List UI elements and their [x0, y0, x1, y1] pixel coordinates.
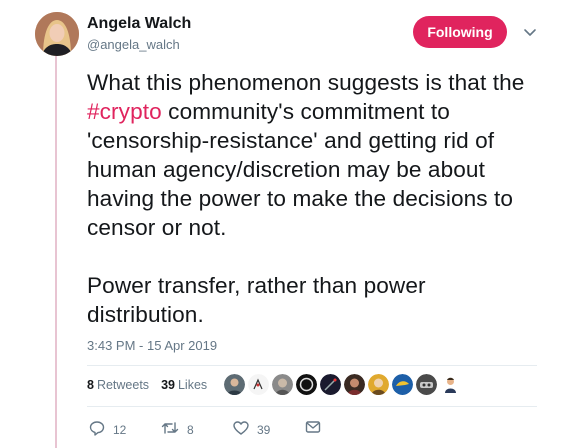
- liker-avatar[interactable]: [368, 374, 389, 395]
- tweet-text: What this phenomenon suggests is that th…: [87, 68, 547, 329]
- thread-line: [55, 48, 57, 448]
- liker-avatar[interactable]: [272, 374, 293, 395]
- author-name[interactable]: Angela Walch: [87, 15, 191, 33]
- retweet-icon: [161, 422, 179, 434]
- liker-avatar[interactable]: [224, 374, 245, 395]
- liker-avatar[interactable]: [344, 374, 365, 395]
- likes-stat[interactable]: 39 Likes: [161, 378, 207, 392]
- likes-count: 39: [161, 378, 175, 392]
- retweet-button[interactable]: 8: [161, 419, 194, 437]
- retweets-count: 8: [87, 378, 94, 392]
- like-button[interactable]: 39: [233, 419, 270, 437]
- liker-avatar[interactable]: [440, 374, 461, 395]
- tweet-timestamp[interactable]: 3:43 PM - 15 Apr 2019: [87, 338, 217, 353]
- direct-message-button[interactable]: [305, 419, 321, 435]
- tweet-stats: 8 Retweets 39 Likes: [87, 378, 207, 392]
- reply-button[interactable]: 12: [89, 419, 126, 437]
- author-handle[interactable]: @angela_walch: [87, 37, 180, 52]
- tweet-actions: 12 8 39: [87, 419, 347, 443]
- tweet-text-segment: What this phenomenon suggests is that th…: [87, 70, 525, 95]
- likes-label: Likes: [177, 378, 208, 392]
- liker-avatar[interactable]: [296, 374, 317, 395]
- divider: [87, 365, 537, 366]
- divider: [87, 406, 537, 407]
- following-button[interactable]: Following: [413, 16, 507, 48]
- liker-avatar[interactable]: [392, 374, 413, 395]
- likers-avatars: [224, 374, 461, 395]
- author-avatar[interactable]: [35, 12, 79, 56]
- reply-icon: [89, 421, 105, 436]
- envelope-icon: [305, 421, 321, 433]
- reply-count: 12: [113, 423, 127, 437]
- chevron-down-icon[interactable]: [522, 24, 538, 40]
- like-count: 39: [257, 423, 271, 437]
- hashtag-link[interactable]: #crypto: [87, 99, 162, 124]
- retweets-stat[interactable]: 8 Retweets: [87, 378, 149, 392]
- tweet-paragraph-2: Power transfer, rather than power distri…: [87, 273, 426, 327]
- tweet-paragraph-1: What this phenomenon suggests is that th…: [87, 68, 547, 242]
- liker-avatar[interactable]: [320, 374, 341, 395]
- retweet-count: 8: [187, 423, 194, 437]
- retweets-label: Retweets: [96, 378, 150, 392]
- liker-avatar[interactable]: [416, 374, 437, 395]
- liker-avatar[interactable]: [248, 374, 269, 395]
- heart-icon: [233, 421, 249, 435]
